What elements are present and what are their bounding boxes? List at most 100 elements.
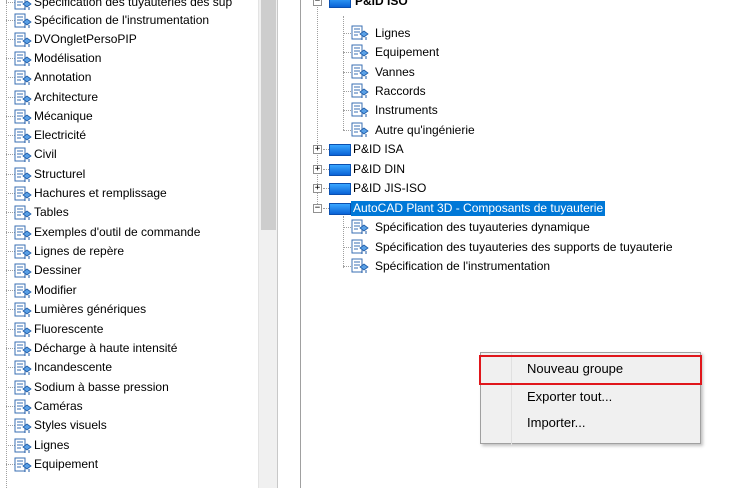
tool-palette-list-item[interactable]: Hachures et remplissage	[0, 184, 258, 203]
tool-palette-label: Hachures et remplissage	[34, 186, 167, 200]
palette-tool-icon	[351, 44, 369, 60]
tool-palette-label: Dessiner	[34, 263, 82, 277]
palette-tool-icon	[14, 380, 32, 396]
tool-palette-list-item[interactable]: Incandescente	[0, 358, 258, 377]
expand-toggle[interactable]: +	[313, 184, 322, 193]
tree-item-label: Vannes	[375, 65, 415, 79]
palette-tool-icon	[351, 83, 369, 99]
tool-palette-label: Décharge à haute intensité	[34, 341, 178, 355]
expand-toggle[interactable]: +	[313, 165, 322, 174]
expand-toggle[interactable]: +	[313, 145, 322, 154]
menu-item-label: Importer...	[527, 415, 586, 430]
palette-tool-icon	[14, 90, 32, 106]
tool-palette-list-item[interactable]: Structurel	[0, 165, 258, 184]
tree-group-plant3d[interactable]: − AutoCAD Plant 3D - Composants de tuyaut…	[301, 199, 747, 218]
tool-palette-label: Tables	[34, 205, 69, 219]
tool-palette-list-item[interactable]: Lumières génériques	[0, 300, 258, 319]
tree-item-label: Instruments	[375, 103, 438, 117]
tool-palette-label: Structurel	[34, 167, 86, 181]
tree-connector-line	[343, 247, 351, 248]
tool-palette-list-item[interactable]: Equipement	[0, 455, 258, 474]
tree-palette-item[interactable]: Instruments	[301, 101, 601, 120]
tool-palette-list-item[interactable]: Caméras	[0, 397, 258, 416]
left-scrollbar[interactable]	[258, 0, 277, 488]
palette-tool-icon	[351, 25, 369, 41]
tree-palette-item[interactable]: Vannes	[301, 63, 601, 82]
palette-tool-icon	[351, 239, 369, 255]
tree-palette-item[interactable]: Spécification des tuyauteries des suppor…	[301, 238, 747, 257]
palette-tool-icon	[351, 258, 369, 274]
palette-tool-icon	[14, 341, 32, 357]
left-tool-list-panel: Spécification des tuyauteries des sup Spé…	[0, 0, 278, 488]
tool-palette-list-item[interactable]: Electricité	[0, 126, 258, 145]
tree-group-label: P&ID DIN	[353, 162, 406, 176]
palette-tool-icon	[14, 225, 32, 241]
palette-tool-icon	[14, 128, 32, 144]
tool-palette-label: Mécanique	[34, 109, 93, 123]
tree-palette-item[interactable]: Lignes	[301, 24, 601, 43]
tool-palette-list-item[interactable]: Dessiner	[0, 261, 258, 280]
folder-icon	[329, 203, 351, 215]
palette-tool-icon	[14, 186, 32, 202]
tool-palette-list-item[interactable]: DVOngletPersoPIP	[0, 30, 258, 49]
tool-palette-list-item[interactable]: Civil	[0, 145, 258, 164]
menu-item-highlight	[479, 355, 702, 385]
tool-palette-list-item[interactable]: Spécification de l'instrumentation	[0, 11, 258, 30]
collapse-toggle[interactable]: −	[313, 0, 322, 6]
tree-group-label: P&ID ISO	[355, 0, 408, 8]
palette-tool-icon	[14, 147, 32, 163]
tool-palette-label: Spécification de l'instrumentation	[34, 13, 210, 27]
tree-group-pid-iso[interactable]: − P&ID ISO	[301, 0, 601, 11]
tree-palette-item[interactable]: Raccords	[301, 82, 601, 101]
menu-item-exporter-tout[interactable]: Exporter tout...	[481, 385, 700, 409]
tool-palette-list-item[interactable]: Lignes	[0, 436, 258, 455]
palette-tool-icon	[14, 399, 32, 415]
tree-palette-item[interactable]: Autre qu'ingénierie	[301, 121, 601, 140]
collapse-toggle[interactable]: −	[313, 204, 322, 213]
folder-icon	[329, 164, 351, 176]
tree-item-label: Lignes	[375, 26, 411, 40]
tool-palette-list-item[interactable]: Architecture	[0, 88, 258, 107]
tool-palette-label: Lumières génériques	[34, 302, 147, 316]
tool-palette-label: Exemples d'outil de commande	[34, 225, 201, 239]
menu-item-nouveau-groupe[interactable]: Nouveau groupe	[479, 355, 702, 385]
tool-palette-list-item[interactable]: Styles visuels	[0, 416, 258, 435]
tool-palette-label: Spécification des tuyauteries des sup	[34, 0, 233, 9]
menu-item-label: Exporter tout...	[527, 389, 613, 404]
tool-palette-list-item[interactable]: Tables	[0, 203, 258, 222]
tool-palette-list-item[interactable]: Modélisation	[0, 49, 258, 68]
palette-tool-icon	[351, 122, 369, 138]
tool-palette-list-item[interactable]: Mécanique	[0, 107, 258, 126]
tool-palette-list-item[interactable]: Fluorescente	[0, 320, 258, 339]
palette-tool-icon	[14, 457, 32, 473]
palette-tool-icon	[14, 32, 32, 48]
tree-palette-item[interactable]: Spécification des tuyauteries dynamique	[301, 218, 747, 237]
tool-palette-list-item[interactable]: Annotation	[0, 68, 258, 87]
tool-palette-list-item[interactable]: Exemples d'outil de commande	[0, 223, 258, 242]
tool-palette-list: Spécification des tuyauteries des sup Spé…	[0, 0, 258, 488]
tree-group-collapsed[interactable]: + P&ID JIS-ISO	[301, 179, 601, 198]
tree-palette-item[interactable]: Equipement	[301, 43, 601, 62]
tool-palette-label: Lignes de repère	[34, 244, 125, 258]
tree-group-collapsed[interactable]: + P&ID DIN	[301, 160, 601, 179]
tree-item-label: Spécification des tuyauteries des suppor…	[375, 240, 673, 254]
tool-palette-list-item[interactable]: Décharge à haute intensité	[0, 339, 258, 358]
tree-group-collapsed[interactable]: + P&ID ISA	[301, 140, 601, 159]
palette-tool-icon	[14, 51, 32, 67]
menu-item-importer[interactable]: Importer...	[481, 411, 700, 435]
folder-icon	[329, 183, 351, 195]
tool-palette-list-item[interactable]: Modifier	[0, 281, 258, 300]
context-menu: Nouveau groupe Exporter tout... Importer…	[479, 352, 702, 445]
palette-tool-icon	[14, 283, 32, 299]
tool-palette-label: Fluorescente	[34, 322, 104, 336]
tree-palette-item[interactable]: Spécification de l'instrumentation	[301, 257, 747, 276]
tool-palette-list-item[interactable]: Lignes de repère	[0, 242, 258, 261]
tool-palette-list-item[interactable]: Sodium à basse pression	[0, 378, 258, 397]
tree-item-label: Equipement	[375, 45, 440, 59]
tree-connector-line	[343, 72, 351, 73]
left-scrollbar-thumb[interactable]	[261, 0, 276, 230]
tool-palette-label: Annotation	[34, 70, 92, 84]
folder-icon	[329, 144, 351, 156]
tree-item-label: Autre qu'ingénierie	[375, 123, 475, 137]
tree-connector-line	[343, 227, 351, 228]
